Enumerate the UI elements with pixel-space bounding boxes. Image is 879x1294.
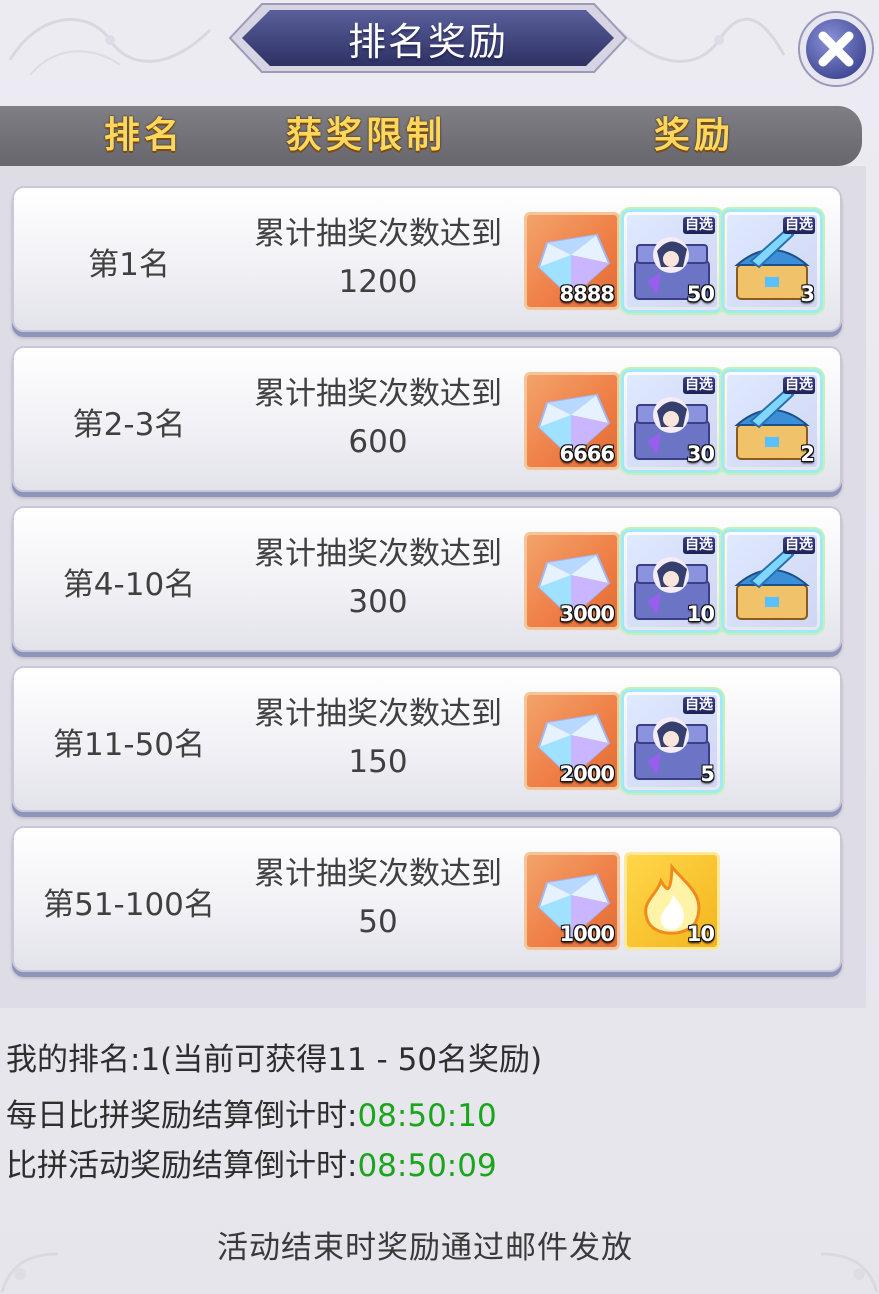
self-select-tag: 自选 — [783, 377, 815, 394]
reward-item-equipment-chest[interactable]: 自选 — [724, 532, 820, 630]
self-select-tag: 自选 — [783, 537, 815, 554]
row-limit: 累计抽奖次数达到 300 — [236, 530, 520, 626]
daily-countdown-label: 每日比拼奖励结算倒计时: — [6, 1098, 358, 1134]
reward-item-character-chest[interactable]: 自选 50 — [624, 212, 720, 310]
reward-row: 第51-100名 累计抽奖次数达到 50 1000 10 — [12, 826, 842, 972]
reward-quantity: 10 — [686, 602, 715, 626]
reward-quantity: 50 — [686, 282, 715, 306]
reward-row: 第2-3名 累计抽奖次数达到 600 6666 自选 30 自选 2 — [12, 346, 842, 492]
reward-quantity: 5 — [700, 762, 715, 786]
self-select-tag: 自选 — [683, 217, 715, 234]
reward-quantity: 3 — [800, 282, 815, 306]
reward-item-equipment-chest[interactable]: 自选 3 — [724, 212, 820, 310]
ranking-reward-panel: 排名奖励 排名 获奖限制 奖励 第1名 累计抽奖次数达到 1200 8888 自… — [0, 0, 879, 1294]
row-rewards: 6666 自选 30 自选 2 — [524, 372, 820, 470]
row-rank: 第11-50名 — [52, 726, 206, 763]
row-limit-value: 600 — [348, 424, 408, 460]
swirl-ornament-left — [8, 18, 212, 76]
reward-item-equipment-chest[interactable]: 自选 2 — [724, 372, 820, 470]
close-button[interactable] — [797, 10, 875, 88]
mail-notice: 活动结束时奖励通过邮件发放 — [217, 1230, 633, 1266]
reward-quantity: 2 — [800, 442, 815, 466]
row-rank: 第1名 — [88, 246, 170, 283]
header-rank: 排名 — [104, 115, 185, 156]
reward-quantity: 2000 — [559, 762, 615, 786]
self-select-tag: 自选 — [683, 377, 715, 394]
table-header: 排名 获奖限制 奖励 — [0, 106, 862, 166]
daily-countdown: 每日比拼奖励结算倒计时:08:50:10 — [6, 1090, 497, 1135]
row-limit-label: 累计抽奖次数达到 — [254, 696, 502, 732]
row-rank: 第4-10名 — [62, 566, 196, 603]
row-limit-value: 50 — [358, 904, 398, 940]
reward-item-character-chest[interactable]: 自选 30 — [624, 372, 720, 470]
row-limit-label: 累计抽奖次数达到 — [254, 216, 502, 252]
reward-item-diamond[interactable]: 8888 — [524, 212, 620, 310]
row-limit-value: 300 — [348, 584, 408, 620]
row-limit: 累计抽奖次数达到 600 — [236, 370, 520, 466]
row-rank: 第51-100名 — [43, 886, 215, 923]
self-select-tag: 自选 — [683, 697, 715, 714]
reward-item-diamond[interactable]: 1000 — [524, 852, 620, 950]
reward-quantity: 6666 — [559, 442, 615, 466]
self-select-tag: 自选 — [783, 217, 815, 234]
daily-countdown-time: 08:50:10 — [357, 1098, 497, 1134]
reward-item-flame[interactable]: 10 — [624, 852, 720, 950]
reward-item-diamond[interactable]: 6666 — [524, 372, 620, 470]
header-limit: 获奖限制 — [286, 115, 447, 156]
reward-item-character-chest[interactable]: 自选 10 — [624, 532, 720, 630]
reward-list[interactable]: 第1名 累计抽奖次数达到 1200 8888 自选 50 自选 3 第2-3名 … — [0, 166, 866, 1008]
row-limit-value: 1200 — [338, 264, 418, 300]
corner-ornament-left — [0, 1252, 59, 1293]
reward-row: 第11-50名 累计抽奖次数达到 150 2000 自选 5 — [12, 666, 842, 812]
row-limit: 累计抽奖次数达到 1200 — [236, 210, 520, 306]
reward-row: 第4-10名 累计抽奖次数达到 300 3000 自选 10 自选 — [12, 506, 842, 652]
row-limit-label: 累计抽奖次数达到 — [254, 536, 502, 572]
swirl-ornament-right — [617, 17, 786, 63]
corner-ornament-right — [820, 1252, 879, 1293]
reward-quantity: 10 — [686, 922, 715, 946]
event-countdown: 比拼活动奖励结算倒计时:08:50:09 — [6, 1140, 497, 1185]
close-icon — [798, 11, 874, 87]
self-select-tag: 自选 — [683, 537, 715, 554]
row-rank: 第2-3名 — [72, 406, 186, 443]
row-rewards: 2000 自选 5 — [524, 692, 720, 790]
row-limit: 累计抽奖次数达到 50 — [236, 850, 520, 946]
title-plate: 排名奖励 — [222, 2, 634, 74]
reward-item-diamond[interactable]: 3000 — [524, 532, 620, 630]
row-rewards: 8888 自选 50 自选 3 — [524, 212, 820, 310]
row-limit-label: 累计抽奖次数达到 — [254, 856, 502, 892]
reward-item-character-chest[interactable]: 自选 5 — [624, 692, 720, 790]
reward-item-diamond[interactable]: 2000 — [524, 692, 620, 790]
reward-row: 第1名 累计抽奖次数达到 1200 8888 自选 50 自选 3 — [12, 186, 842, 332]
my-rank-text: 我的排名:1(当前可获得11 - 50名奖励) — [6, 1042, 543, 1078]
reward-quantity: 3000 — [559, 602, 615, 626]
header-reward: 奖励 — [654, 115, 735, 156]
row-rewards: 3000 自选 10 自选 — [524, 532, 820, 630]
event-countdown-label: 比拼活动奖励结算倒计时: — [6, 1148, 358, 1184]
row-rewards: 1000 10 — [524, 852, 720, 950]
page-title: 排名奖励 — [347, 19, 508, 64]
reward-quantity: 1000 — [559, 922, 615, 946]
reward-quantity: 8888 — [559, 282, 615, 306]
row-limit: 累计抽奖次数达到 150 — [236, 690, 520, 786]
row-limit-label: 累计抽奖次数达到 — [254, 376, 502, 412]
row-limit-value: 150 — [348, 744, 408, 780]
event-countdown-time: 08:50:09 — [357, 1148, 497, 1184]
reward-quantity: 30 — [686, 442, 715, 466]
